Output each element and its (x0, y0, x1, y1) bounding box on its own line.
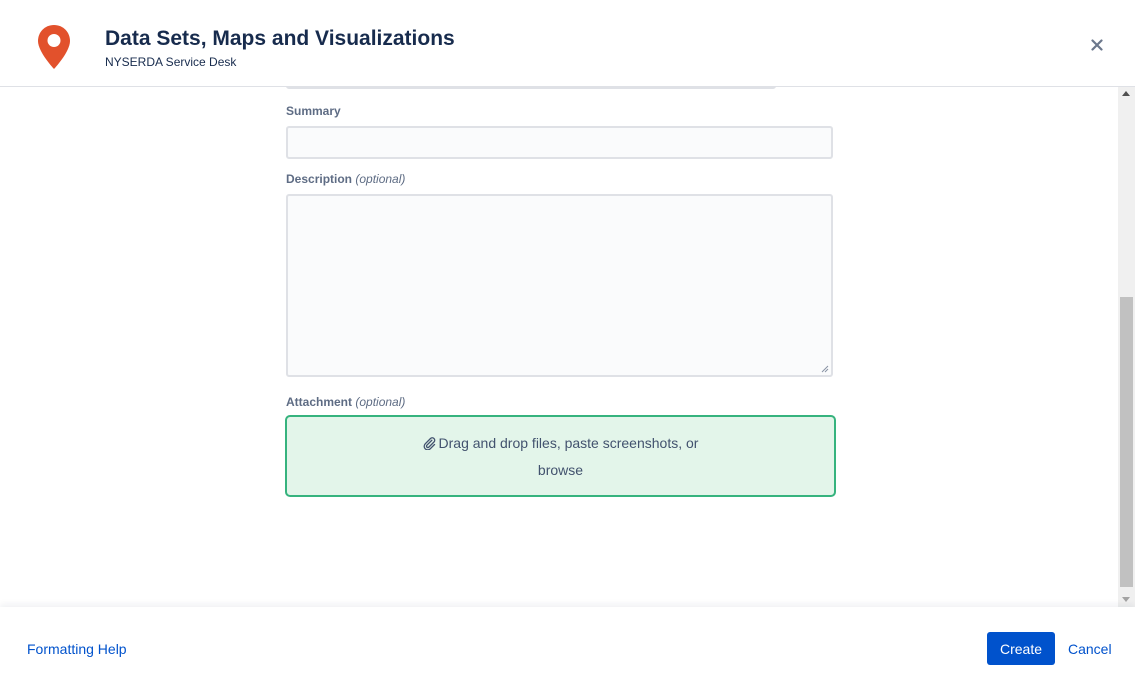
summary-label: Summary (286, 104, 341, 118)
attachment-optional-tag: (optional) (355, 395, 406, 409)
close-icon (1091, 39, 1103, 51)
dialog-body: Summary Description (optional) Attachmen… (0, 87, 1118, 607)
summary-input[interactable] (286, 126, 833, 159)
attachment-dropzone[interactable]: Drag and drop files, paste screenshots, … (285, 415, 836, 497)
scroll-up-arrow-icon[interactable] (1122, 91, 1130, 96)
dialog-title: Data Sets, Maps and Visualizations (105, 27, 455, 50)
paperclip-icon (423, 436, 435, 450)
dialog-footer: Formatting Help Create Cancel (0, 607, 1135, 679)
scrollbar-thumb[interactable] (1120, 297, 1133, 587)
resize-grip-icon[interactable] (820, 364, 829, 373)
formatting-help-link[interactable]: Formatting Help (27, 641, 127, 657)
description-optional-tag: (optional) (355, 172, 406, 186)
dropzone-text: Drag and drop files, paste screenshots, … (438, 435, 699, 451)
close-button[interactable] (1086, 34, 1108, 56)
create-button[interactable]: Create (987, 632, 1055, 665)
vertical-scrollbar[interactable] (1118, 87, 1135, 607)
attachment-label: Attachment (optional) (286, 395, 406, 409)
service-desk-name: NYSERDA Service Desk (105, 55, 237, 69)
browse-link[interactable]: browse (538, 462, 583, 478)
dialog-header: Data Sets, Maps and Visualizations NYSER… (0, 0, 1135, 87)
scroll-down-arrow-icon[interactable] (1122, 597, 1130, 602)
create-request-dialog: Data Sets, Maps and Visualizations NYSER… (0, 0, 1135, 679)
cancel-button[interactable]: Cancel (1068, 641, 1112, 657)
previous-field-edge (286, 87, 776, 89)
description-label: Description (optional) (286, 172, 406, 186)
map-pin-icon (38, 25, 70, 69)
description-textarea[interactable] (286, 194, 833, 377)
